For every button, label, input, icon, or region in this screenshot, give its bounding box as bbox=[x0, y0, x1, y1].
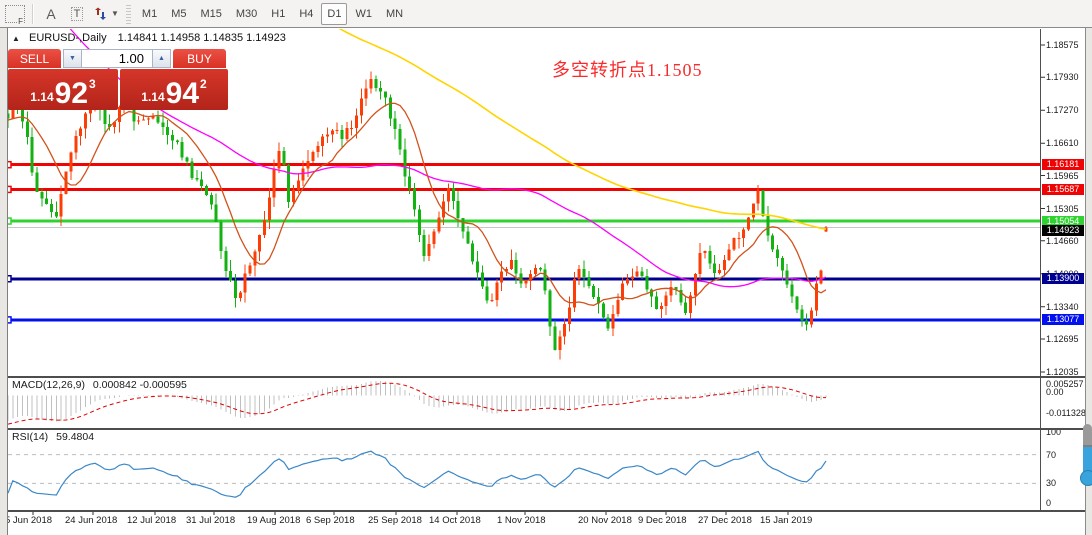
indicator-scale-label: 0.00 bbox=[1046, 387, 1064, 397]
buy-price-small: 1.14 bbox=[141, 90, 164, 104]
text-label-icon: T bbox=[71, 7, 84, 21]
sell-price-sup: 3 bbox=[89, 77, 96, 91]
price-tick-label: 1.15305 bbox=[1046, 204, 1079, 214]
macd-header: MACD(12,26,9) 0.000842 -0.000595 bbox=[12, 379, 187, 391]
price-tick-label: 1.17270 bbox=[1046, 105, 1079, 115]
date-tick-label: 5 Jun 2018 bbox=[5, 515, 52, 526]
price-tick-label: 1.17930 bbox=[1046, 72, 1079, 82]
dotted-frame-icon: F bbox=[5, 5, 25, 23]
macd-pane-divider[interactable] bbox=[0, 376, 1086, 378]
arrows-icon bbox=[93, 7, 108, 21]
date-tick-label: 31 Jul 2018 bbox=[186, 515, 235, 526]
sell-price-small: 1.14 bbox=[30, 90, 53, 104]
timeframe-button-w1[interactable]: W1 bbox=[349, 3, 378, 25]
date-tick-label: 12 Jul 2018 bbox=[127, 515, 176, 526]
symbol-period-label: EURUSD-,Daily bbox=[29, 32, 107, 44]
date-tick-label: 19 Aug 2018 bbox=[247, 515, 300, 526]
date-tick-label: 25 Sep 2018 bbox=[368, 515, 422, 526]
timeframe-button-mn[interactable]: MN bbox=[380, 3, 409, 25]
chart-annotation-text: 多空转折点1.1505 bbox=[552, 56, 703, 82]
price-level-badge: 1.13900 bbox=[1042, 273, 1084, 284]
price-tick-label: 1.13340 bbox=[1046, 302, 1079, 312]
text-label-tool-button[interactable]: T bbox=[66, 3, 88, 25]
rsi-header: RSI(14) 59.4804 bbox=[12, 431, 94, 443]
timeframe-button-h1[interactable]: H1 bbox=[265, 3, 291, 25]
buy-button[interactable]: BUY bbox=[173, 49, 226, 68]
sell-button[interactable]: SELL bbox=[8, 49, 61, 68]
toolbar-separator bbox=[32, 4, 34, 24]
font-a-icon: A bbox=[46, 6, 55, 22]
rsi-value: 59.4804 bbox=[56, 431, 94, 443]
toolbar-grip[interactable] bbox=[126, 4, 131, 24]
macd-values: 0.000842 -0.000595 bbox=[93, 379, 187, 391]
timeframe-button-m1[interactable]: M1 bbox=[136, 3, 163, 25]
mt4-window: F A T ▼ M1M5M15M30H1H4D1W1MN ▲ EURUSD-,D… bbox=[0, 0, 1092, 535]
price-tick-label: 1.12695 bbox=[1046, 334, 1079, 344]
price-axis-border bbox=[1040, 29, 1041, 512]
volume-increase-button[interactable]: ▲ bbox=[152, 49, 171, 68]
font-tool-button[interactable]: A bbox=[40, 3, 62, 25]
date-tick-label: 24 Jun 2018 bbox=[65, 515, 117, 526]
buy-price-big: 94 bbox=[166, 81, 199, 107]
timeframe-button-m5[interactable]: M5 bbox=[165, 3, 192, 25]
time-axis-divider bbox=[0, 510, 1086, 512]
date-tick-label: 14 Oct 2018 bbox=[429, 515, 481, 526]
price-level-badge: 1.16181 bbox=[1042, 159, 1084, 170]
indicator-scale-label: 70 bbox=[1046, 450, 1056, 460]
arrows-tool-button[interactable]: ▼ bbox=[92, 3, 120, 25]
indicator-scale-label: 30 bbox=[1046, 478, 1056, 488]
timeframe-button-m30[interactable]: M30 bbox=[230, 3, 263, 25]
rsi-pane-divider[interactable] bbox=[0, 428, 1086, 430]
sell-price-big: 92 bbox=[55, 81, 88, 107]
timeframe-button-h4[interactable]: H4 bbox=[293, 3, 319, 25]
buy-price-sup: 2 bbox=[200, 77, 207, 91]
sell-price-box[interactable]: 1.14 92 3 bbox=[8, 69, 118, 110]
date-tick-label: 15 Jan 2019 bbox=[760, 515, 812, 526]
date-tick-label: 6 Sep 2018 bbox=[306, 515, 355, 526]
one-click-trading-panel: SELL ▼ ▲ BUY 1.14 92 3 1.14 94 2 bbox=[8, 49, 228, 110]
thermometer-icon bbox=[1080, 424, 1092, 486]
timeframe-button-d1[interactable]: D1 bbox=[321, 3, 347, 25]
price-tick-label: 1.15965 bbox=[1046, 171, 1079, 181]
volume-decrease-button[interactable]: ▼ bbox=[63, 49, 82, 68]
timeframe-group: M1M5M15M30H1H4D1W1MN bbox=[135, 3, 410, 25]
chart-ohlc-header: ▲ EURUSD-,Daily 1.14841 1.14958 1.14835 … bbox=[12, 32, 286, 44]
thermometer-bulb bbox=[1080, 470, 1092, 486]
price-level-badge: 1.14923 bbox=[1042, 225, 1084, 236]
price-level-badge: 1.13077 bbox=[1042, 314, 1084, 325]
toolbar: F A T ▼ M1M5M15M30H1H4D1W1MN bbox=[0, 0, 1092, 28]
date-tick-label: 27 Dec 2018 bbox=[698, 515, 752, 526]
buy-price-box[interactable]: 1.14 94 2 bbox=[120, 69, 228, 110]
frame-tool-button[interactable]: F bbox=[4, 3, 26, 25]
chevron-down-icon: ▼ bbox=[111, 9, 119, 18]
price-tick-label: 1.14660 bbox=[1046, 236, 1079, 246]
collapse-panel-icon[interactable]: ▲ bbox=[12, 34, 20, 43]
date-tick-label: 1 Nov 2018 bbox=[497, 515, 546, 526]
indicator-scale-label: -0.011328 bbox=[1046, 408, 1086, 418]
thermometer-bar bbox=[1083, 424, 1092, 474]
price-tick-label: 1.18575 bbox=[1046, 40, 1079, 50]
indicator-scale-label: 0 bbox=[1046, 498, 1051, 508]
price-level-badge: 1.15687 bbox=[1042, 184, 1084, 195]
volume-input[interactable] bbox=[82, 49, 152, 68]
price-tick-label: 1.16610 bbox=[1046, 138, 1079, 148]
ohlc-values: 1.14841 1.14958 1.14835 1.14923 bbox=[118, 32, 286, 44]
date-tick-label: 20 Nov 2018 bbox=[578, 515, 632, 526]
date-tick-label: 9 Dec 2018 bbox=[638, 515, 687, 526]
window-left-frame bbox=[0, 28, 8, 535]
timeframe-button-m15[interactable]: M15 bbox=[194, 3, 227, 25]
